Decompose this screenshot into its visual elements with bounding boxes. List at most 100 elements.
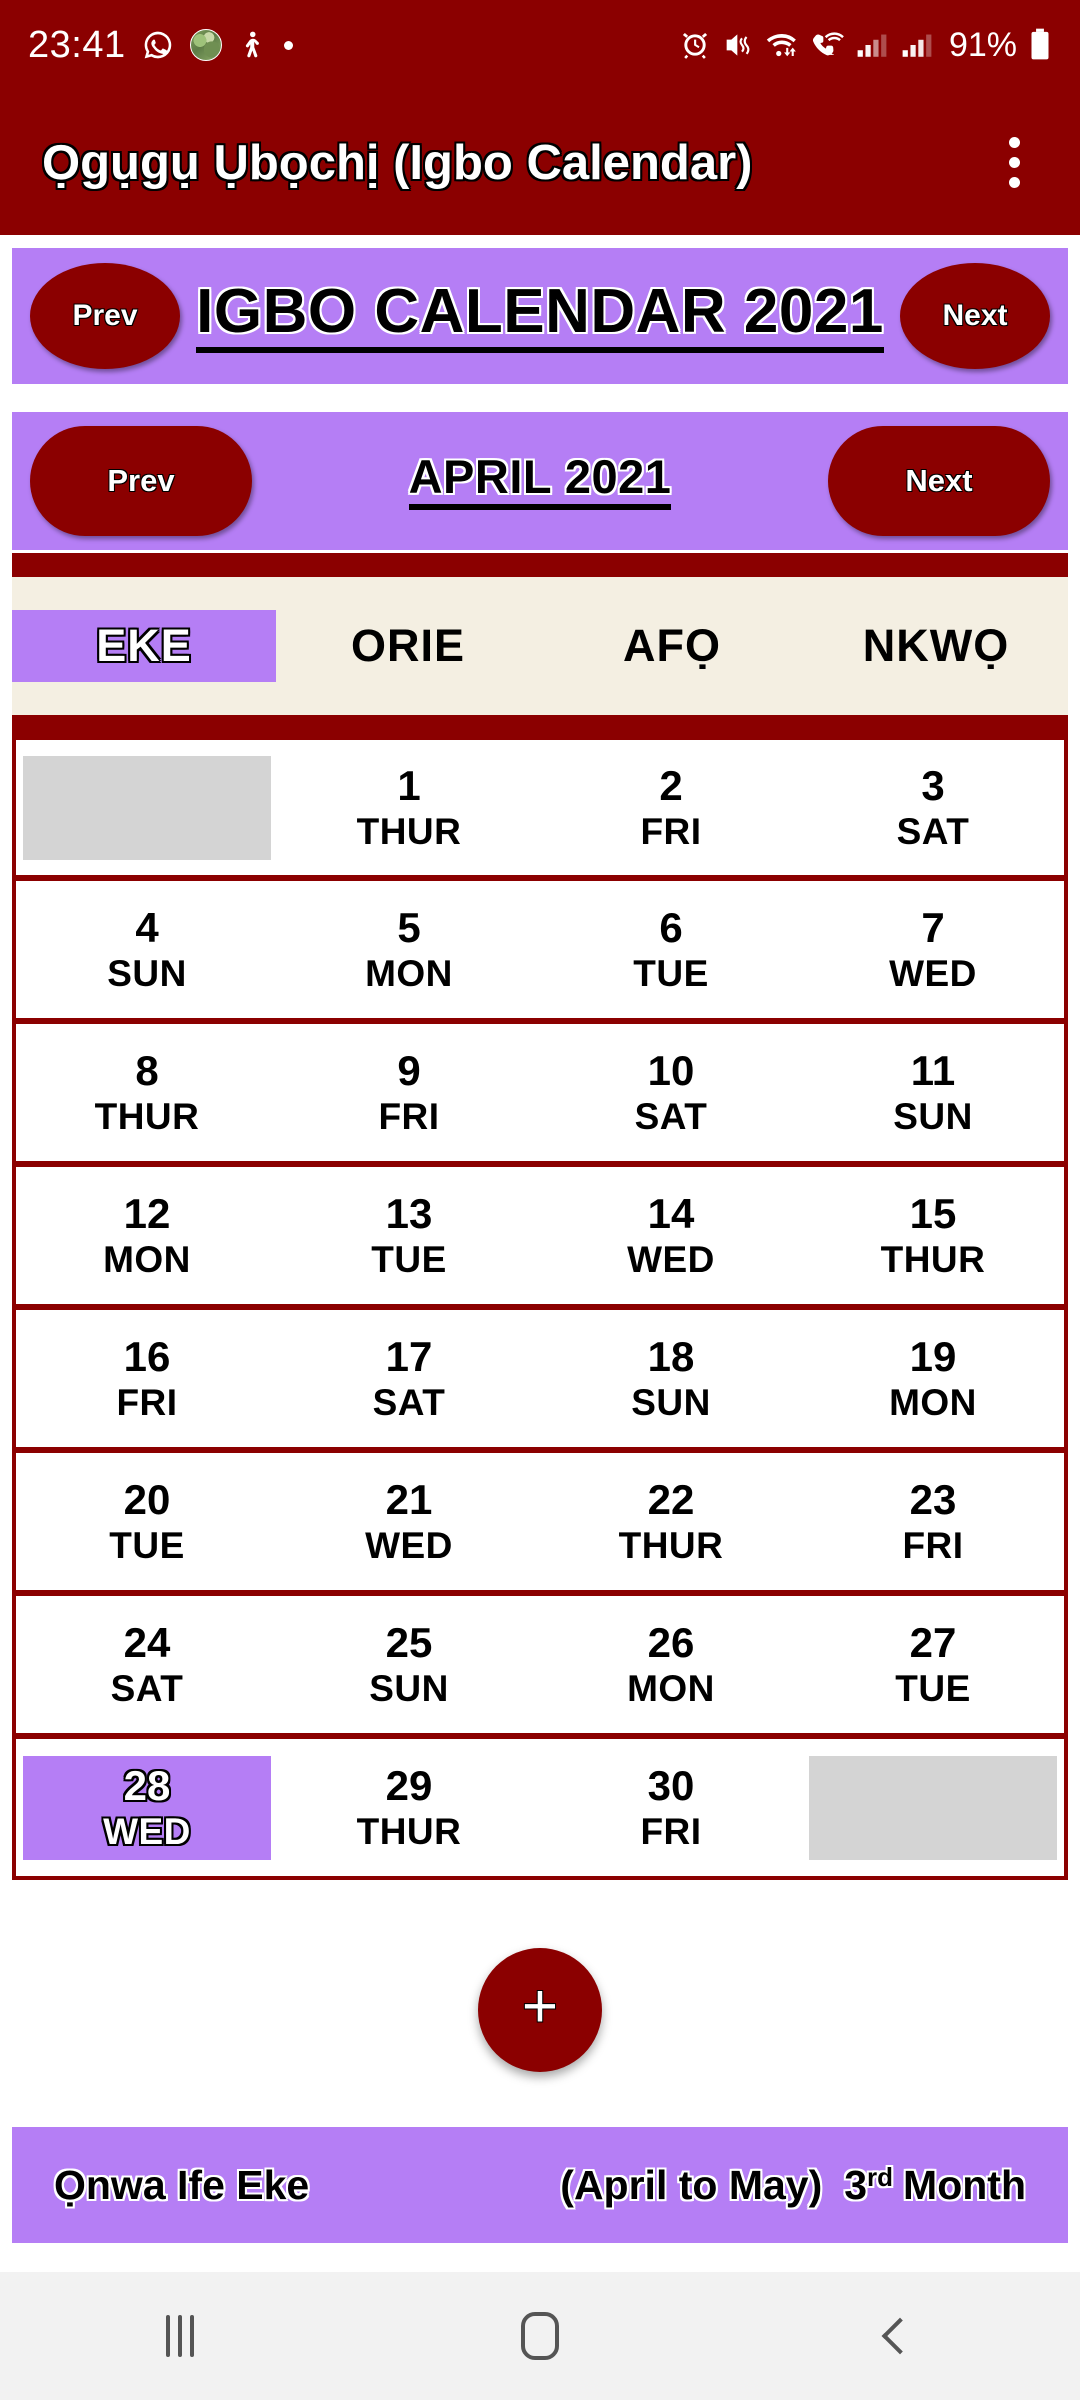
status-bar-right: 1 91% — [679, 26, 1052, 65]
calendar-day-cell[interactable]: 6 TUE — [540, 881, 802, 1018]
year-prev-button[interactable]: Prev — [30, 263, 180, 369]
calendar-day-cell[interactable]: 13 TUE — [278, 1167, 540, 1304]
calendar-day-cell[interactable]: 28 WED — [16, 1739, 278, 1876]
calendar-day-content: 23 FRI — [809, 1470, 1057, 1574]
calendar-week-row: 28 WED 29 THUR 30 FRI — [12, 1737, 1068, 1880]
calendar-day-content: 3 SAT — [809, 756, 1057, 860]
calendar-day-cell[interactable]: 4 SUN — [16, 881, 278, 1018]
calendar-day-weekday: MON — [627, 1668, 715, 1709]
recents-icon — [166, 2315, 194, 2357]
calendar-week-row: 12 MON 13 TUE 14 WED 15 THUR — [12, 1165, 1068, 1308]
igbo-month-name: Ọnwa Ife Eke — [54, 2161, 310, 2208]
calendar-grid: 1 THUR 2 FRI 3 SAT 4 SUN 5 MON 6 TUE 7 WED 8 THUR 9 FRI 10… — [12, 736, 1068, 1880]
calendar-day-cell[interactable]: 7 WED — [802, 881, 1064, 1018]
calendar-day-cell[interactable]: 2 FRI — [540, 740, 802, 875]
calendar-day-cell[interactable]: 21 WED — [278, 1453, 540, 1590]
calendar-day-cell[interactable]: 8 THUR — [16, 1024, 278, 1161]
calendar-day-cell[interactable]: 19 MON — [802, 1310, 1064, 1447]
calendar-day-cell[interactable]: 3 SAT — [802, 740, 1064, 875]
calendar-day-weekday: SUN — [107, 953, 187, 994]
igbo-day-names-header: EKE ORIE AFỌ NKWỌ — [12, 577, 1068, 715]
calendar-day-content: 28 WED — [23, 1755, 271, 1860]
calendar-day-weekday: FRI — [640, 811, 702, 852]
back-button[interactable] — [720, 2272, 1080, 2400]
calendar-day-content: 14 WED — [547, 1184, 795, 1288]
calendar-day-cell[interactable]: 29 THUR — [278, 1739, 540, 1876]
signal-bars-2-icon — [900, 29, 934, 61]
calendar-day-cell[interactable]: 24 SAT — [16, 1596, 278, 1733]
calendar-day-content: 26 MON — [547, 1613, 795, 1717]
year-next-button[interactable]: Next — [900, 263, 1050, 369]
calendar-week-row: 20 TUE 21 WED 22 THUR 23 FRI — [12, 1451, 1068, 1594]
day-name-cell[interactable]: ORIE — [276, 577, 540, 715]
day-name-cell[interactable]: AFỌ — [540, 577, 804, 715]
calendar-day-content: 24 SAT — [23, 1613, 271, 1717]
calendar-day-cell[interactable]: 14 WED — [540, 1167, 802, 1304]
calendar-day-weekday: SUN — [631, 1382, 711, 1423]
calendar-day-content: 4 SUN — [23, 898, 271, 1002]
calendar-day-content: 19 MON — [809, 1327, 1057, 1431]
calendar-day-content: 13 TUE — [285, 1184, 533, 1288]
calendar-day-content: 10 SAT — [547, 1041, 795, 1145]
wifi-icon — [765, 29, 799, 61]
year-navigation-bar: Prev IGBO CALENDAR 2021 Next — [12, 248, 1068, 384]
calendar-day-cell[interactable]: 1 THUR — [278, 740, 540, 875]
calendar-day-content: 21 WED — [285, 1470, 533, 1574]
calendar-day-cell[interactable]: 27 TUE — [802, 1596, 1064, 1733]
calendar-day-cell[interactable]: 11 SUN — [802, 1024, 1064, 1161]
calendar-day-weekday: SAT — [634, 1096, 708, 1137]
calendar-day-cell[interactable]: 30 FRI — [540, 1739, 802, 1876]
calendar-day-cell[interactable]: 20 TUE — [16, 1453, 278, 1590]
month-prev-button[interactable]: Prev — [30, 426, 252, 536]
page-title: Ọgụgụ Ụbọchị (Igbo Calendar) — [42, 135, 753, 190]
calendar-day-weekday: FRI — [378, 1096, 440, 1137]
calendar-day-weekday: MON — [889, 1382, 977, 1423]
recents-button[interactable] — [0, 2272, 360, 2400]
calendar-day-content: 30 FRI — [547, 1756, 795, 1860]
month-word-label: Month — [903, 2161, 1026, 2208]
calendar-day-weekday: WED — [103, 1811, 191, 1852]
month-next-button[interactable]: Next — [828, 426, 1050, 536]
calendar-day-cell[interactable]: 18 SUN — [540, 1310, 802, 1447]
calendar-day-cell[interactable]: 26 MON — [540, 1596, 802, 1733]
calendar-day-content: 18 SUN — [547, 1327, 795, 1431]
calendar-day-cell[interactable]: 17 SAT — [278, 1310, 540, 1447]
day-name-cell[interactable]: EKE — [12, 577, 276, 715]
signal-bars-1-icon — [855, 29, 889, 61]
calendar-day-content: 5 MON — [285, 898, 533, 1002]
calendar-day-content: 6 TUE — [547, 898, 795, 1002]
calendar-day-number: 15 — [909, 1190, 957, 1237]
calendar-day-cell[interactable]: 25 SUN — [278, 1596, 540, 1733]
home-button[interactable] — [360, 2272, 720, 2400]
calendar-day-cell[interactable]: 22 THUR — [540, 1453, 802, 1590]
year-title: IGBO CALENDAR 2021 — [196, 279, 884, 353]
calendar-day-cell[interactable]: 9 FRI — [278, 1024, 540, 1161]
calendar-day-number: 12 — [123, 1190, 171, 1237]
calendar-day-weekday: THUR — [94, 1096, 200, 1137]
calendar-day-cell[interactable]: 5 MON — [278, 881, 540, 1018]
calendar-day-content: 1 THUR — [285, 756, 533, 860]
app-root: 23:41 1 91% Ọgụgụ Ụbọchị (Igbo Calendar)… — [0, 0, 1080, 2400]
calendar-day-cell[interactable]: 16 FRI — [16, 1310, 278, 1447]
calendar-day-content: 29 THUR — [285, 1756, 533, 1860]
month-title-wrap: APRIL 2021 — [252, 452, 828, 510]
igbo-month-info-bar: Ọnwa Ife Eke (April to May) 3rd Month — [12, 2127, 1068, 2243]
overflow-menu-icon[interactable] — [978, 118, 1050, 208]
svg-text:1: 1 — [829, 47, 834, 57]
day-name-label: NKWỌ — [862, 620, 1010, 671]
calendar-day-number: 23 — [909, 1476, 957, 1523]
calendar-day-content: 12 MON — [23, 1184, 271, 1288]
calendar-day-number: 21 — [385, 1476, 433, 1523]
calendar-day-number: 6 — [659, 904, 683, 951]
whatsapp-icon — [142, 29, 174, 61]
back-icon — [881, 2317, 919, 2355]
calendar-day-weekday: SUN — [369, 1668, 449, 1709]
calendar-day-cell[interactable]: 10 SAT — [540, 1024, 802, 1161]
day-name-cell[interactable]: NKWỌ — [804, 577, 1068, 715]
calendar-day-cell[interactable]: 15 THUR — [802, 1167, 1064, 1304]
calendar-day-number: 30 — [647, 1762, 695, 1809]
calendar-day-cell[interactable]: 12 MON — [16, 1167, 278, 1304]
calendar-day-cell[interactable]: 23 FRI — [802, 1453, 1064, 1590]
calendar-day-weekday: SAT — [372, 1382, 446, 1423]
add-event-fab[interactable]: + — [478, 1948, 602, 2072]
